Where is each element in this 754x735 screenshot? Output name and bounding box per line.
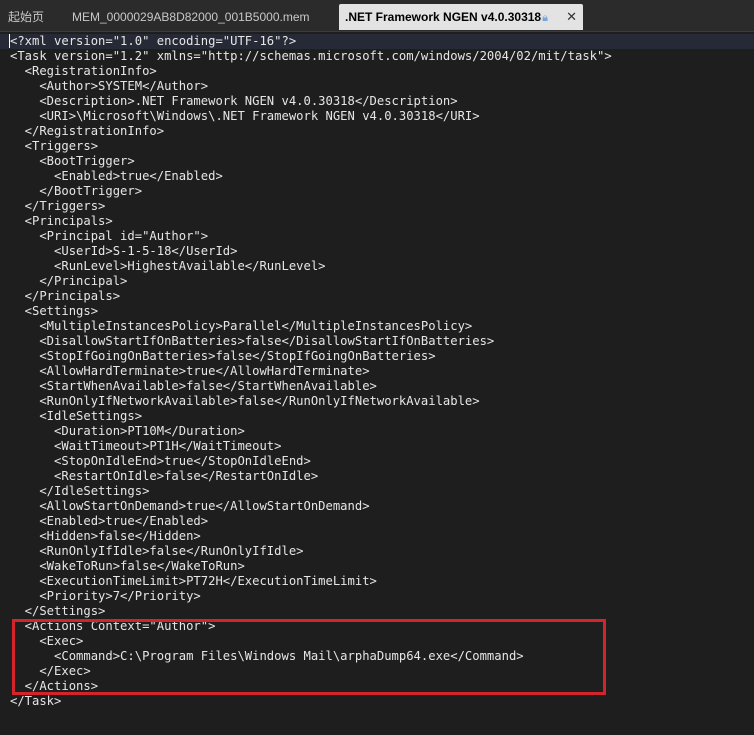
code-line: <WakeToRun>false</WakeToRun> [10, 559, 245, 573]
text-caret [9, 34, 10, 48]
tab-ngen-task[interactable]: .NET Framework NGEN v4.0.30318🔒︎ ✕ [339, 4, 583, 30]
code-line: <URI>\Microsoft\Windows\.NET Framework N… [10, 109, 480, 123]
code-line: <Author>SYSTEM</Author> [10, 79, 209, 93]
code-line: <RunOnlyIfNetworkAvailable>false</RunOnl… [10, 394, 480, 408]
code-line: <Priority>7</Priority> [10, 589, 201, 603]
code-line: <Enabled>true</Enabled> [10, 514, 209, 528]
lock-icon: 🔒︎ [542, 12, 548, 24]
code-line: </Exec> [10, 664, 91, 678]
code-line: </RegistrationInfo> [10, 124, 165, 138]
code-line: </Task> [10, 694, 62, 708]
code-line: <RegistrationInfo> [10, 64, 157, 78]
code-line: <AllowStartOnDemand>true</AllowStartOnDe… [10, 499, 370, 513]
code-line: <StartWhenAvailable>false</StartWhenAvai… [10, 379, 377, 393]
code-line: <RunLevel>HighestAvailable</RunLevel> [10, 259, 326, 273]
code-line: <Triggers> [10, 139, 99, 153]
tab-label: 起始页 [8, 10, 45, 24]
code-line: <ExecutionTimeLimit>PT72H</ExecutionTime… [10, 574, 377, 588]
code-line: </Principals> [10, 289, 121, 303]
code-line: <Principal id="Author"> [10, 229, 209, 243]
code-line: <AllowHardTerminate>true</AllowHardTermi… [10, 364, 370, 378]
code-line: <Task version="1.2" xmlns="http://schema… [10, 49, 612, 63]
close-icon[interactable]: ✕ [566, 4, 577, 30]
code-line: <BootTrigger> [10, 154, 135, 168]
code-line: <WaitTimeout>PT1H</WaitTimeout> [10, 439, 282, 453]
code-line: </IdleSettings> [10, 484, 150, 498]
code-line: <Duration>PT10M</Duration> [10, 424, 245, 438]
code-line: <Hidden>false</Hidden> [10, 529, 201, 543]
code-line: </Principal> [10, 274, 128, 288]
code-line: <Command>C:\Program Files\Windows Mail\a… [10, 649, 524, 663]
code-line: <Principals> [10, 214, 113, 228]
code-editor[interactable]: <?xml version="1.0" encoding="UTF-16"?> <… [0, 32, 754, 735]
code-line: <Description>.NET Framework NGEN v4.0.30… [10, 94, 458, 108]
code-line: <UserId>S-1-5-18</UserId> [10, 244, 238, 258]
tab-bar: 起始页 MEM_0000029AB8D82000_001B5000.mem .N… [0, 0, 754, 32]
code-line: <DisallowStartIfOnBatteries>false</Disal… [10, 334, 495, 348]
code-line: <Enabled>true</Enabled> [10, 169, 223, 183]
code-line: <StopOnIdleEnd>true</StopOnIdleEnd> [10, 454, 311, 468]
code-line: <?xml version="1.0" encoding="UTF-16"?> [0, 34, 754, 49]
tab-mem-file[interactable]: MEM_0000029AB8D82000_001B5000.mem [66, 4, 316, 30]
code-line: </Actions> [10, 679, 99, 693]
tab-start-page[interactable]: 起始页 [2, 4, 50, 30]
editor-window: 起始页 MEM_0000029AB8D82000_001B5000.mem .N… [0, 0, 754, 735]
code-line: <Actions Context="Author"> [10, 619, 216, 633]
code-line: <RestartOnIdle>false</RestartOnIdle> [10, 469, 319, 483]
code-line: <StopIfGoingOnBatteries>false</StopIfGoi… [10, 349, 436, 363]
code-line: <IdleSettings> [10, 409, 143, 423]
code-line: <Settings> [10, 304, 99, 318]
code-line: <MultipleInstancesPolicy>Parallel</Multi… [10, 319, 473, 333]
code-line: </Settings> [10, 604, 106, 618]
code-line: </Triggers> [10, 199, 106, 213]
code-line: <Exec> [10, 634, 84, 648]
code-line: </BootTrigger> [10, 184, 143, 198]
tab-label: .NET Framework NGEN v4.0.30318 [345, 10, 542, 24]
code-line: <RunOnlyIfIdle>false</RunOnlyIfIdle> [10, 544, 304, 558]
tab-label: MEM_0000029AB8D82000_001B5000.mem [72, 10, 310, 24]
